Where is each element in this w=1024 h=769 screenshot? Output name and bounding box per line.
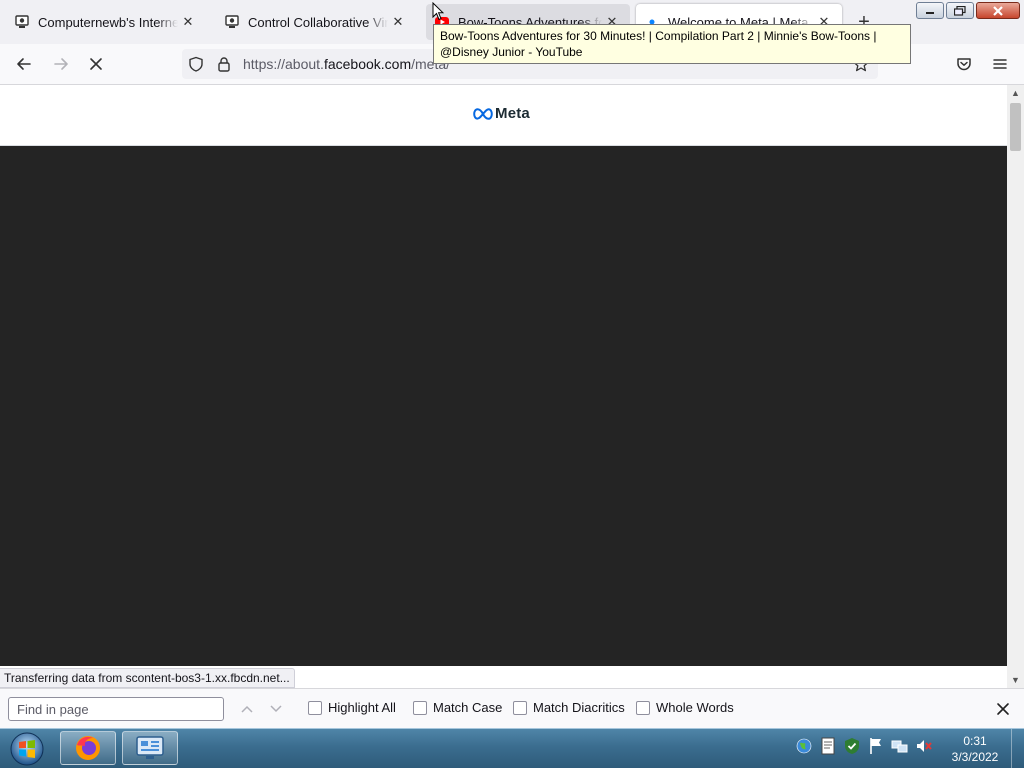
control-panel-icon (136, 736, 164, 759)
start-button[interactable] (5, 731, 49, 767)
status-panel: Transferring data from scontent-bos3-1.x… (0, 668, 295, 688)
windows-taskbar: 0:31 3/3/2022 (0, 728, 1024, 769)
checkbox-label: Whole Words (656, 700, 734, 715)
taskbar-control-panel[interactable] (122, 731, 178, 765)
checkbox-box[interactable] (636, 700, 650, 715)
windows-logo-icon (10, 732, 44, 766)
back-button[interactable] (9, 50, 39, 78)
mouse-cursor-icon (432, 2, 444, 21)
meta-logo[interactable]: Meta (473, 105, 530, 122)
find-previous-button[interactable] (237, 699, 257, 719)
hamburger-menu-icon (993, 59, 1007, 69)
clock-date: 3/3/2022 (951, 750, 999, 764)
computer-icon (224, 14, 240, 30)
scrollbar-thumb[interactable] (1010, 103, 1021, 151)
find-next-button[interactable] (266, 699, 286, 719)
firefox-icon (76, 736, 100, 760)
security-check-icon[interactable] (843, 737, 861, 755)
tab-tooltip: Bow-Toons Adventures for 30 Minutes! | C… (433, 24, 911, 64)
close-find-bar-button[interactable] (992, 698, 1014, 720)
checkbox-box[interactable] (308, 700, 322, 715)
window-controls (916, 2, 1020, 19)
find-bar: Highlight All Match Case Match Diacritic… (0, 688, 1024, 728)
tab-control-collaborative[interactable]: Control Collaborative Virtual ✕ (216, 4, 416, 40)
system-tray (795, 737, 933, 755)
restore-button[interactable] (946, 2, 974, 19)
url-prefix: https://about. (243, 56, 324, 72)
url-domain: facebook.com (323, 56, 412, 72)
lock-icon[interactable] (216, 56, 232, 75)
show-desktop-button[interactable] (1011, 729, 1024, 769)
scroll-down-arrow-icon[interactable]: ▼ (1007, 672, 1024, 688)
chevron-down-icon (270, 705, 282, 713)
network-globe-icon[interactable] (795, 737, 813, 755)
system-clock[interactable]: 0:31 3/3/2022 (940, 733, 1010, 765)
url-text[interactable]: https://about.facebook.com/meta/ (243, 56, 450, 72)
scroll-up-arrow-icon[interactable]: ▲ (1007, 85, 1024, 101)
action-center-flag-icon[interactable] (867, 737, 885, 755)
stop-icon (90, 58, 102, 70)
shield-icon[interactable] (188, 56, 204, 75)
checkbox-label: Match Case (433, 700, 503, 715)
highlight-all-checkbox[interactable]: Highlight All (308, 700, 396, 715)
close-icon[interactable]: ✕ (178, 12, 198, 32)
checkbox-label: Match Diacritics (533, 700, 625, 715)
minimize-button[interactable] (916, 2, 944, 19)
meta-wordmark: Meta (495, 105, 530, 122)
tab-label: Computernewb's Internet Pu (38, 14, 178, 30)
checkbox-box[interactable] (413, 700, 427, 715)
checkbox-label: Highlight All (328, 700, 396, 715)
forward-arrow-icon (54, 58, 68, 70)
meta-header: Meta (0, 85, 1007, 146)
clock-time: 0:31 (963, 734, 987, 748)
computer-icon (14, 14, 30, 30)
find-input[interactable] (8, 697, 224, 721)
close-window-button[interactable] (976, 2, 1020, 19)
volume-muted-icon[interactable] (915, 737, 933, 755)
match-diacritics-checkbox[interactable]: Match Diacritics (513, 700, 625, 715)
forward-button[interactable] (46, 50, 76, 78)
tab-computernewb[interactable]: Computernewb's Internet Pu ✕ (6, 4, 206, 40)
vertical-scrollbar[interactable]: ▲ ▼ (1007, 85, 1024, 688)
meta-infinity-icon (473, 107, 493, 120)
taskbar-firefox[interactable] (60, 731, 116, 765)
chevron-up-icon (241, 705, 253, 713)
whole-words-checkbox[interactable]: Whole Words (636, 700, 734, 715)
document-icon[interactable] (819, 737, 837, 755)
page-content: Meta (0, 85, 1007, 666)
checkbox-box[interactable] (513, 700, 527, 715)
tab-label: Control Collaborative Virtual (248, 14, 388, 30)
network-status-icon[interactable] (891, 737, 909, 755)
back-arrow-icon (17, 58, 31, 70)
app-menu-button[interactable] (985, 50, 1015, 78)
close-icon (997, 703, 1009, 715)
pocket-icon (957, 58, 971, 71)
close-icon[interactable]: ✕ (388, 12, 408, 32)
pocket-button[interactable] (949, 50, 979, 78)
match-case-checkbox[interactable]: Match Case (413, 700, 502, 715)
stop-loading-button[interactable] (81, 50, 111, 78)
